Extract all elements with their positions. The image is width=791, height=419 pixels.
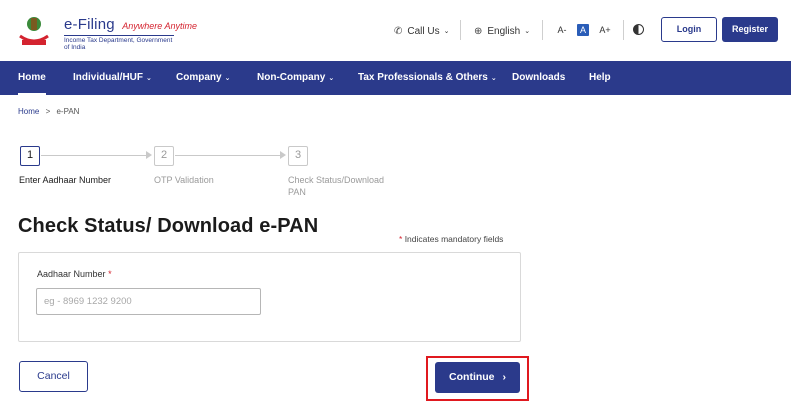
font-increase-button[interactable]: A+ [599,24,611,36]
nav-item-company[interactable]: Company ⌄ [176,61,230,95]
step-connector-arrow [280,151,286,159]
aadhaar-number-input[interactable] [36,288,261,315]
nav-item-label: Help [589,72,611,83]
nav-item-home[interactable]: Home [18,61,46,95]
step-connector [175,155,281,156]
nav-item-label: Company [176,72,222,83]
step-1-indicator: 1 [20,146,40,166]
font-normal-button[interactable]: A [577,24,589,36]
cancel-button[interactable]: Cancel [19,361,88,392]
brand-tagline: Anywhere Anytime [122,21,197,31]
continue-label: Continue [449,371,495,383]
nav-item-tax-professionals[interactable]: Tax Professionals & Others ⌄ [358,61,497,95]
call-us-label: Call Us [407,25,440,37]
language-label: English [487,25,521,37]
login-button[interactable]: Login [661,17,717,42]
divider [623,20,624,40]
step-3-indicator: 3 [288,146,308,166]
chevron-down-icon: ⌄ [146,75,152,82]
breadcrumb-home-link[interactable]: Home [18,107,39,116]
divider [460,20,461,40]
phone-icon: ✆ [394,25,403,37]
nav-item-label: Tax Professionals & Others [358,72,488,83]
emblem-logo[interactable] [14,12,54,50]
nav-item-help[interactable]: Help [589,61,611,95]
page-title: Check Status/ Download e-PAN [18,215,319,237]
divider [542,20,543,40]
nav-item-label: Non-Company [257,72,326,83]
required-star: * [108,269,112,279]
language-dropdown[interactable]: ⊕ English ⌄ [474,18,530,44]
nav-item-label: Individual/HUF [73,72,143,83]
step-3-label: Check Status/Download PAN [288,175,385,197]
call-us-dropdown[interactable]: ✆ Call Us ⌄ [394,18,450,44]
nav-item-label: Home [18,72,46,83]
nav-item-non-company[interactable]: Non-Company ⌄ [257,61,334,95]
nav-item-individual-huf[interactable]: Individual/HUF ⌄ [73,61,152,95]
mandatory-note: * Indicates mandatory fields [399,234,503,244]
brand-subtitle: Income Tax Department, Government of Ind… [64,35,174,51]
top-header: e-Filing Anywhere Anytime Income Tax Dep… [0,0,791,60]
chevron-down-icon: ⌄ [443,28,450,35]
step-connector-arrow [146,151,152,159]
nav-item-downloads[interactable]: Downloads [512,61,565,95]
brand-title: e-Filing [64,16,115,33]
nav-item-label: Downloads [512,72,566,83]
chevron-down-icon: ⌄ [524,28,531,35]
required-star: * [399,234,403,244]
register-button[interactable]: Register [722,17,778,42]
main-nav: Home Individual/HUF ⌄ Company ⌄ Non-Compan… [0,61,791,95]
contrast-toggle-icon[interactable] [633,24,644,35]
font-decrease-button[interactable]: A- [556,24,568,36]
breadcrumb-current: e-PAN [56,107,80,116]
mandatory-note-text: Indicates mandatory fields [404,234,504,244]
continue-button[interactable]: Continue › [435,362,520,393]
step-1-label: Enter Aadhaar Number [19,175,112,185]
globe-icon: ⊕ [474,25,483,37]
step-connector [41,155,147,156]
aadhaar-label-text: Aadhaar Number [37,269,106,279]
step-2-label: OTP Validation [154,175,214,185]
breadcrumb: Home > e-PAN [18,107,79,116]
breadcrumb-separator: > [45,107,51,116]
brand-block[interactable]: e-Filing Anywhere Anytime Income Tax Dep… [64,16,197,51]
chevron-down-icon: ⌄ [490,75,497,82]
aadhaar-label: Aadhaar Number * [37,269,112,279]
step-2-indicator: 2 [154,146,174,166]
chevron-down-icon: ⌄ [224,75,231,82]
chevron-right-icon: › [502,371,506,383]
chevron-down-icon: ⌄ [328,75,335,82]
